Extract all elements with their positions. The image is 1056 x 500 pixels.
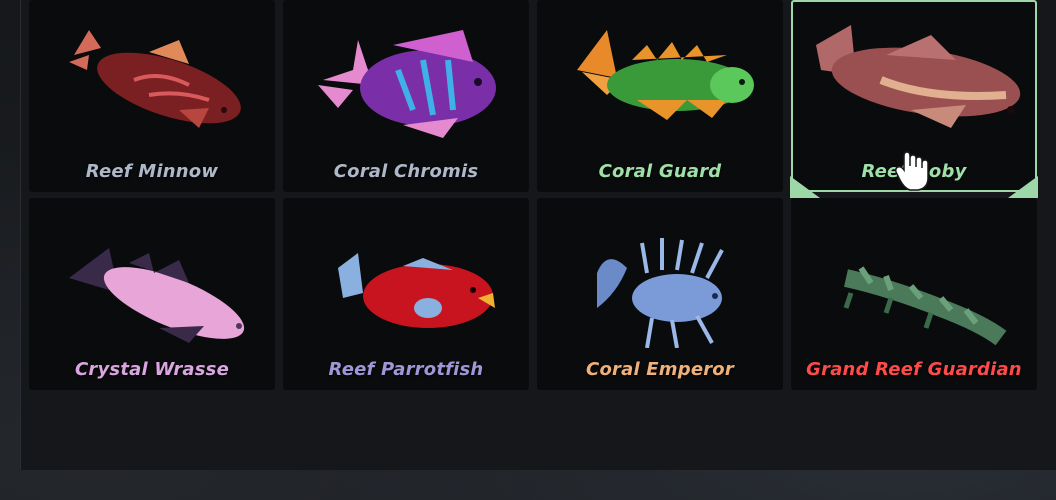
reef-minnow-icon [69, 30, 241, 128]
fish-name: Reef Minnow [85, 161, 219, 182]
fish-card-coral-chromis[interactable]: Coral Chromis [283, 0, 529, 192]
hand-pointer-cursor-icon [895, 151, 929, 191]
coral-guard-icon [577, 30, 754, 120]
fish-name: Coral Chromis [333, 161, 479, 182]
crystal-wrasse-icon [69, 248, 245, 343]
fish-name: Crystal Wrasse [75, 359, 229, 380]
fish-card-reef-parrotfish[interactable]: Reef Parrotfish [283, 198, 529, 390]
reef-parrotfish-icon [338, 253, 495, 328]
fish-name: Coral Guard [598, 161, 722, 182]
fish-card-crystal-wrasse[interactable]: Crystal Wrasse [29, 198, 275, 390]
coral-chromis-icon [318, 30, 496, 138]
fish-name: Coral Emperor [586, 359, 734, 380]
fish-card-reef-minnow[interactable]: Reef Minnow [29, 0, 275, 192]
fish-card-coral-emperor[interactable]: Coral Emperor [537, 198, 783, 390]
fish-collection-panel: Reef Minnow Coral Chromis Coral Guard Re… [20, 0, 1056, 470]
reef-goby-icon [816, 25, 1021, 128]
selection-corner-right [1008, 176, 1038, 198]
coral-emperor-icon [597, 238, 724, 348]
fish-name: Reef Parrotfish [328, 359, 484, 380]
fish-card-coral-guard[interactable]: Coral Guard [537, 0, 783, 192]
grand-reef-guardian-icon [843, 266, 1007, 346]
selection-corner-left [790, 176, 820, 198]
fish-card-grand-reef-guardian[interactable]: Grand Reef Guardian [791, 198, 1037, 390]
fish-name: Grand Reef Guardian [806, 359, 1022, 380]
